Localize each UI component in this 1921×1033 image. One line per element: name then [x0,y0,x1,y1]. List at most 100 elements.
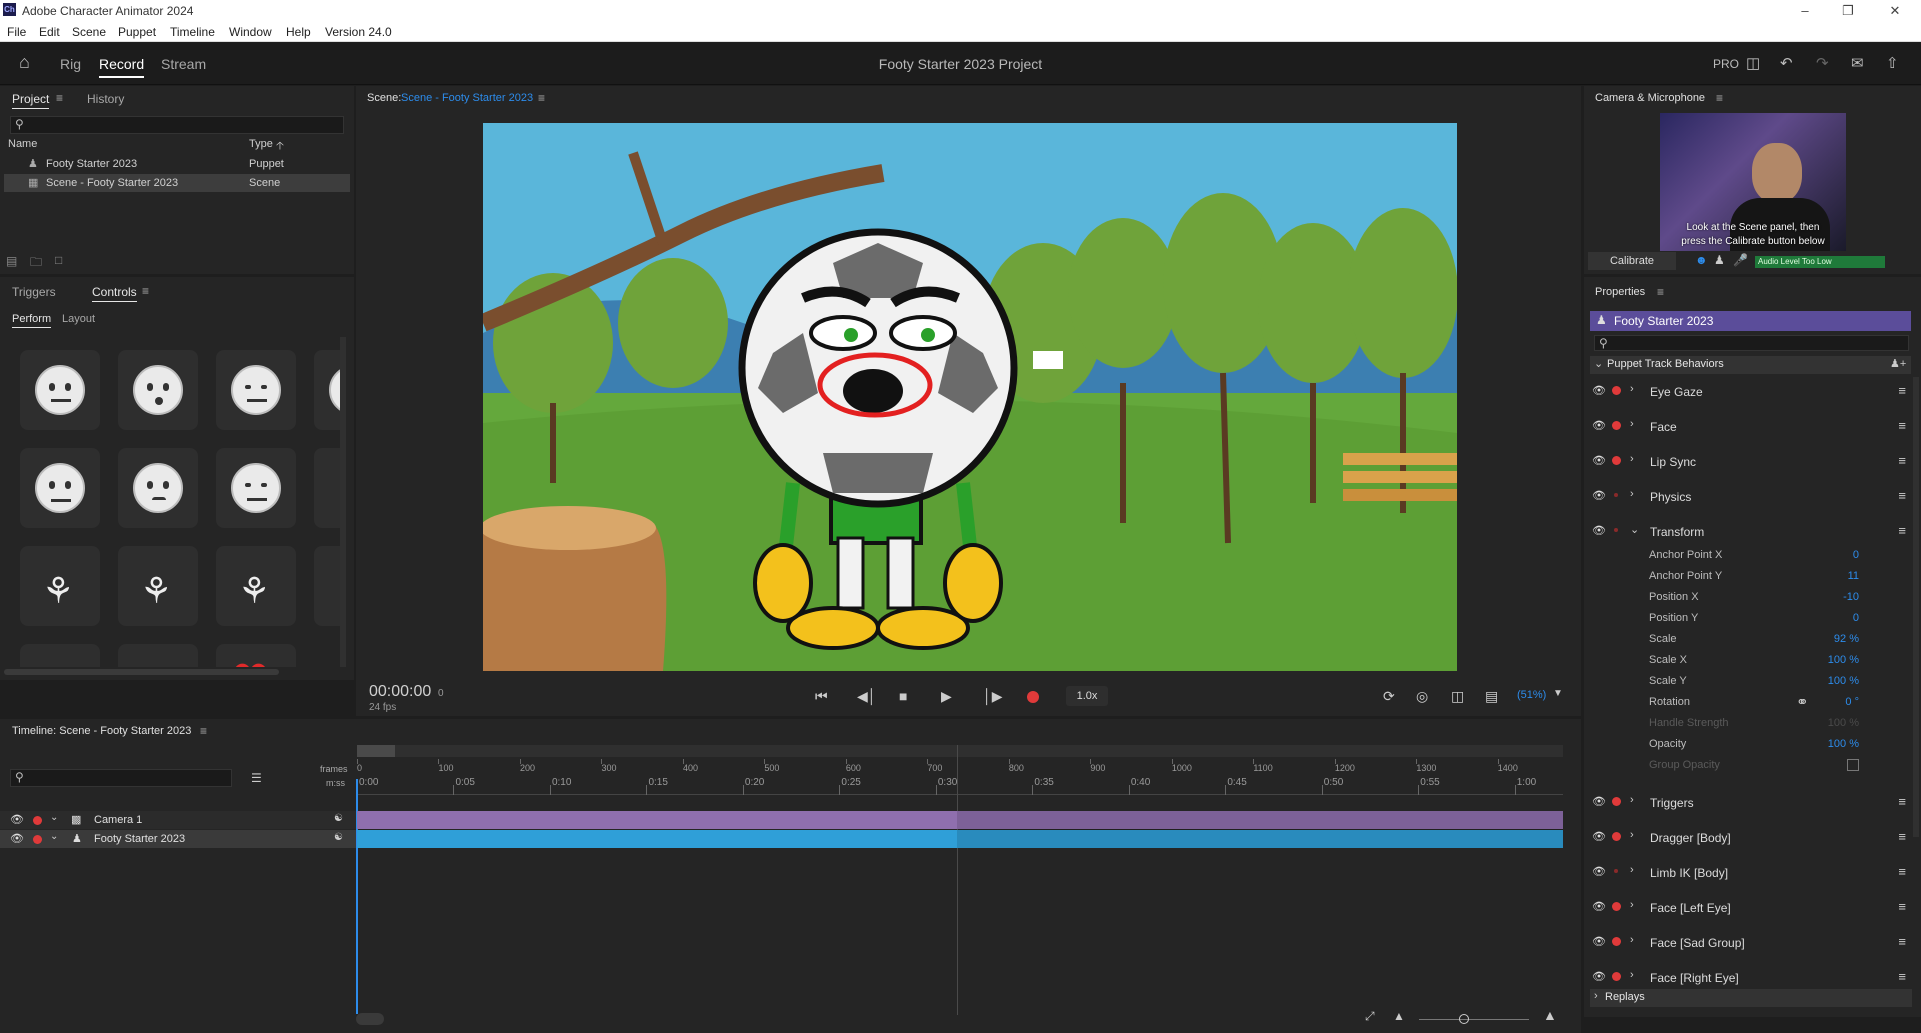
behavior-menu-icon[interactable]: ≡ [1898,383,1906,398]
control-pose-arms-down[interactable]: ⚘ [118,546,198,626]
arm-record-dot[interactable] [1612,832,1621,841]
stop-icon[interactable]: ■ [899,688,907,704]
behavior-face[interactable]: 👁 › Face ≡ [1590,413,1912,441]
param-anchor-y[interactable]: Anchor Point Y 11 [1649,570,1859,590]
behavior-face-right-eye[interactable]: 👁 › Face [Right Eye] ≡ [1590,964,1912,992]
calibrate-button[interactable]: Calibrate [1588,252,1676,270]
chevron-right-icon[interactable]: › [1630,829,1634,841]
eye-icon[interactable]: 👁 [10,832,24,845]
add-behavior-icon[interactable]: ♟+ [1890,357,1906,370]
eye-icon[interactable]: 👁 [1592,935,1606,948]
param-rotation[interactable]: Rotation ⚭ 0 ° [1649,693,1859,716]
chevron-right-icon[interactable]: › [1630,453,1634,465]
microphone-icon[interactable]: 🎤 [1733,253,1748,267]
chevron-right-icon[interactable]: › [1630,864,1634,876]
col-type[interactable]: Type [249,138,273,150]
track-puppet[interactable]: 👁 ⌄ ♟ Footy Starter 2023 ☯ [0,830,356,848]
minimize-button[interactable]: – [1785,0,1825,22]
stream-output-icon[interactable]: ◫ [1451,688,1464,705]
properties-scrollbar[interactable] [1913,377,1919,837]
eye-icon[interactable]: 👁 [1592,419,1606,432]
track-camera[interactable]: 👁 ⌄ ▩ Camera 1 ☯ [0,811,356,829]
arm-record-dot[interactable] [1614,528,1618,532]
eye-icon[interactable]: 👁 [1592,524,1606,537]
param-value[interactable]: 100 % [1828,654,1859,666]
arm-record-dot[interactable] [1612,386,1621,395]
behavior-menu-icon[interactable]: ≡ [1898,453,1906,468]
timeline-menu-icon[interactable]: ≡ [200,724,207,738]
arm-record-dot[interactable] [1614,493,1618,497]
eye-icon[interactable]: 👁 [1592,384,1606,397]
behavior-menu-icon[interactable]: ≡ [1898,794,1906,809]
folder-icon[interactable]: 🗀 [30,253,42,274]
param-opacity[interactable]: Opacity 100 % [1649,738,1859,758]
project-menu-icon[interactable]: ≡ [56,91,63,105]
scene-menu-icon[interactable]: ≡ [538,91,545,105]
behavior-menu-icon[interactable]: ≡ [1898,864,1906,879]
control-pose-shrug[interactable]: ⚘ [216,546,296,626]
track-link-icon[interactable]: ☯ [334,832,343,843]
eye-icon[interactable]: 👁 [10,813,24,826]
arm-record-dot[interactable] [1612,421,1621,430]
properties-menu-icon[interactable]: ≡ [1657,285,1664,299]
zoom-in-icon[interactable]: ▲ [1543,1007,1557,1023]
control-face-partial[interactable] [314,350,340,430]
play-icon[interactable]: ▶ [941,688,952,705]
chevron-right-icon[interactable]: › [1630,934,1634,946]
zoom-slider-knob[interactable] [1459,1014,1469,1024]
zoom-dropdown-icon[interactable]: ▼ [1553,688,1563,699]
param-value[interactable]: 100 % [1828,675,1859,687]
behavior-lip-sync[interactable]: 👁 › Lip Sync ≡ [1590,448,1912,476]
param-position-y[interactable]: Position Y 0 [1649,612,1859,632]
feedback-icon[interactable]: ✉ [1851,54,1864,72]
control-face-crying[interactable] [118,448,198,528]
menu-puppet[interactable]: Puppet [118,25,156,39]
tab-perform[interactable]: Perform [12,313,52,328]
control-face-skeptical[interactable] [216,448,296,528]
workspace-icon[interactable]: ◫ [1746,54,1760,72]
control-face-annoyed[interactable] [216,350,296,430]
pro-label[interactable]: PRO [1713,57,1739,71]
behavior-menu-icon[interactable]: ≡ [1898,488,1906,503]
param-value[interactable]: 11 [1848,570,1859,582]
param-value[interactable]: 100 % [1828,738,1859,750]
behavior-menu-icon[interactable]: ≡ [1898,934,1906,949]
project-item-puppet[interactable]: ♟ Footy Starter 2023 Puppet [4,155,350,173]
behavior-menu-icon[interactable]: ≡ [1898,829,1906,844]
eye-icon[interactable]: 👁 [1592,830,1606,843]
go-to-start-icon[interactable]: ⏮ [815,688,828,705]
playback-speed[interactable]: 1.0x [1066,686,1108,706]
behavior-menu-icon[interactable]: ≡ [1898,899,1906,914]
param-value[interactable]: 0 ° [1845,696,1859,708]
control-pose-arms-up[interactable]: ⚘ [20,546,100,626]
chevron-down-icon[interactable]: ⌄ [1630,523,1639,536]
param-value[interactable]: 92 % [1834,633,1859,645]
param-value[interactable]: 0 [1853,549,1859,561]
share-icon[interactable]: ⇧ [1886,54,1899,72]
rotation-dial-icon[interactable]: ⚭ [1796,693,1809,711]
timeline-h-scrollbar[interactable] [356,1013,384,1025]
mute-icon[interactable]: ▤ [1485,688,1498,705]
eye-icon[interactable]: 👁 [1592,454,1606,467]
scene-canvas[interactable] [483,123,1457,671]
tab-triggers[interactable]: Triggers [12,285,56,299]
behavior-triggers[interactable]: 👁 › Triggers ≡ [1590,789,1912,817]
body-tracking-icon[interactable]: ♟ [1714,253,1725,267]
undo-icon[interactable]: ↶ [1780,54,1793,72]
menu-window[interactable]: Window [229,25,272,39]
timeline-ruler[interactable]: 0 100 200 300 400 500 600 700 800 900 1000 1100 1200… [357,759,1563,795]
new-scene-icon[interactable]: □ [55,253,62,267]
puppet-track-behaviors-header[interactable]: ⌄ Puppet Track Behaviors ♟+ [1590,356,1911,374]
eye-icon[interactable]: 👁 [1592,970,1606,983]
chevron-right-icon[interactable]: › [1630,969,1634,981]
arm-record-dot[interactable] [1612,972,1621,981]
chevron-down-icon[interactable]: ⌄ [50,812,58,823]
work-area-handle[interactable] [357,745,395,757]
behavior-limb-ik-body[interactable]: 👁 › Limb IK [Body] ≡ [1590,859,1912,887]
param-value[interactable]: 0 [1853,612,1859,624]
behavior-physics[interactable]: 👁 › Physics ≡ [1590,483,1912,511]
zoom-out-icon[interactable]: ▲ [1393,1009,1405,1023]
import-icon[interactable]: ▤ [6,254,17,268]
chevron-right-icon[interactable]: › [1630,383,1634,395]
behavior-menu-icon[interactable]: ≡ [1898,418,1906,433]
